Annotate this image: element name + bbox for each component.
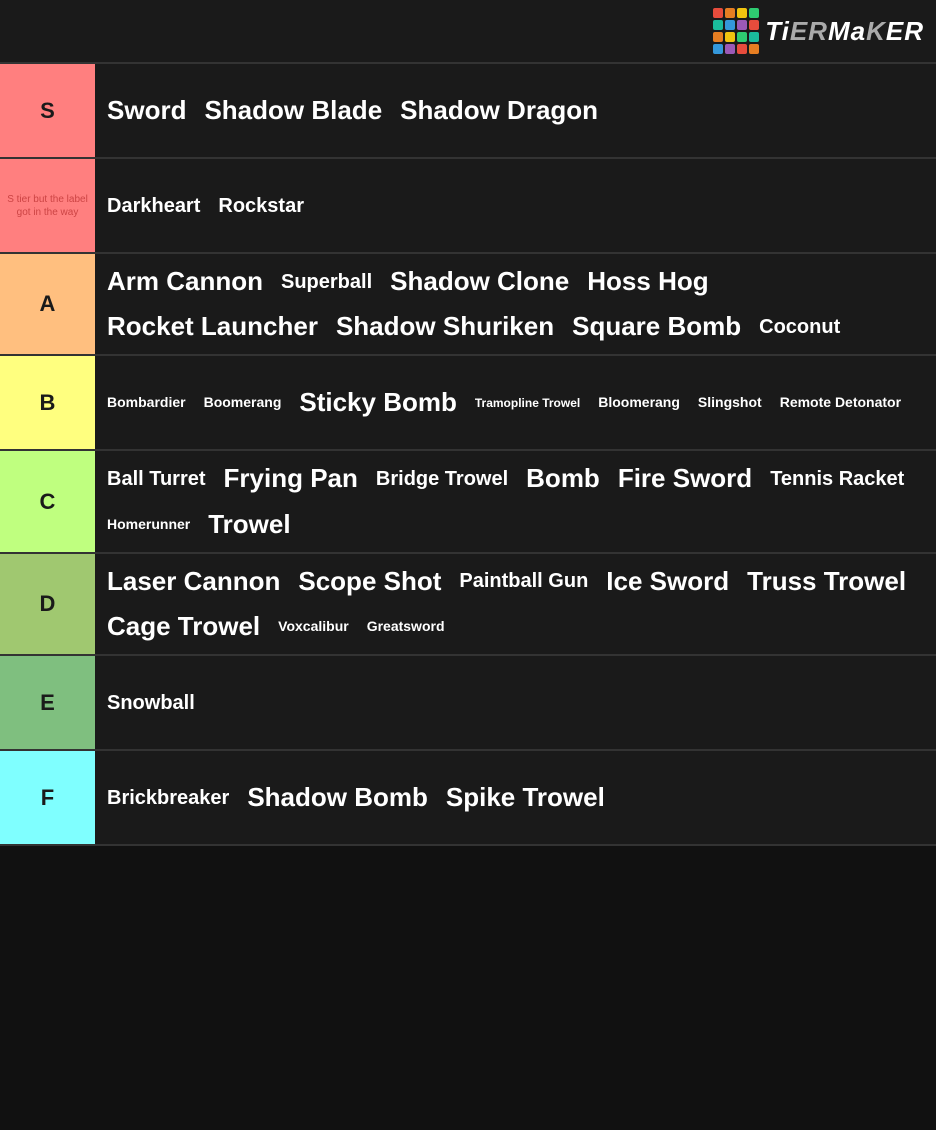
item-s-1[interactable]: Shadow Blade [196, 89, 390, 132]
item-d-7[interactable]: Greatsword [359, 612, 453, 641]
tier-row-d: DLaser CannonScope ShotPaintball GunIce … [0, 554, 936, 656]
item-b-3[interactable]: Tramopline Trowel [467, 390, 588, 416]
item-s-note-0[interactable]: Darkheart [99, 188, 208, 224]
tier-items-a: Arm CannonSuperballShadow CloneHoss Hog R… [95, 254, 936, 354]
item-c-2[interactable]: Bridge Trowel [368, 461, 516, 497]
item-a-3[interactable]: Hoss Hog [579, 260, 716, 303]
tier-items-e: Snowball [95, 656, 936, 749]
item-d-3[interactable]: Ice Sword [598, 560, 737, 603]
logo-grid-icon [713, 8, 759, 54]
logo-cell-13 [725, 44, 735, 54]
tier-row-c: CBall TurretFrying PanBridge TrowelBombF… [0, 451, 936, 553]
item-a-1[interactable]: Superball [273, 264, 380, 300]
tier-row-b: BBombardierBoomerangSticky BombTramoplin… [0, 356, 936, 451]
item-d-5[interactable]: Cage Trowel [99, 605, 268, 648]
tier-items-s-note: DarkheartRockstar [95, 159, 936, 252]
logo-cell-7 [749, 20, 759, 30]
logo-cell-6 [737, 20, 747, 30]
logo-cell-4 [713, 20, 723, 30]
item-d-4[interactable]: Truss Trowel [739, 560, 914, 603]
tier-items-c: Ball TurretFrying PanBridge TrowelBombFi… [95, 451, 936, 551]
item-a-2[interactable]: Shadow Clone [382, 260, 577, 303]
item-c-0[interactable]: Ball Turret [99, 461, 214, 497]
item-f-0[interactable]: Brickbreaker [99, 780, 237, 816]
tier-label-c: C [0, 451, 95, 551]
logo-cell-15 [749, 44, 759, 54]
item-c-1[interactable]: Frying Pan [216, 457, 366, 500]
tier-row-e: ESnowball [0, 656, 936, 751]
tier-table: SSwordShadow BladeShadow DragonS tier bu… [0, 64, 936, 846]
item-c-3[interactable]: Bomb [518, 457, 608, 500]
item-d-2[interactable]: Paintball Gun [451, 563, 596, 599]
tier-items-b: BombardierBoomerangSticky BombTramopline… [95, 356, 936, 449]
item-a-0[interactable]: Arm Cannon [99, 260, 271, 303]
header: TiERMaKER [0, 0, 936, 64]
item-e-0[interactable]: Snowball [99, 685, 203, 721]
item-a-5[interactable]: Shadow Shuriken [328, 305, 562, 348]
logo-text: TiERMaKER [765, 16, 924, 47]
tier-label-s: S [0, 64, 95, 157]
item-c-4[interactable]: Fire Sword [610, 457, 760, 500]
item-f-2[interactable]: Spike Trowel [438, 776, 613, 819]
tier-items-s: SwordShadow BladeShadow Dragon [95, 64, 936, 157]
logo-cell-2 [737, 8, 747, 18]
tier-row-s-note: S tier but the label got in the wayDarkh… [0, 159, 936, 254]
item-d-6[interactable]: Voxcalibur [270, 612, 357, 641]
logo-cell-12 [713, 44, 723, 54]
logo-cell-10 [737, 32, 747, 42]
tier-label-a: A [0, 254, 95, 354]
item-b-2[interactable]: Sticky Bomb [291, 381, 465, 424]
item-d-1[interactable]: Scope Shot [290, 560, 449, 603]
item-a-6[interactable]: Square Bomb [564, 305, 749, 348]
tier-label-s-note: S tier but the label got in the way [0, 159, 95, 252]
tier-items-f: BrickbreakerShadow BombSpike Trowel [95, 751, 936, 844]
logo-cell-11 [749, 32, 759, 42]
item-b-5[interactable]: Slingshot [690, 388, 770, 417]
item-c-7[interactable]: Trowel [200, 503, 298, 546]
item-f-1[interactable]: Shadow Bomb [239, 776, 436, 819]
tier-row-a: AArm CannonSuperballShadow CloneHoss Hog… [0, 254, 936, 356]
item-b-0[interactable]: Bombardier [99, 388, 194, 417]
tier-items-d: Laser CannonScope ShotPaintball GunIce S… [95, 554, 936, 654]
item-b-1[interactable]: Boomerang [196, 388, 290, 417]
item-a-4[interactable]: Rocket Launcher [99, 305, 326, 348]
item-b-6[interactable]: Remote Detonator [772, 388, 909, 417]
logo-cell-8 [713, 32, 723, 42]
logo-cell-5 [725, 20, 735, 30]
tier-row-s: SSwordShadow BladeShadow Dragon [0, 64, 936, 159]
tiermaker-logo: TiERMaKER [713, 8, 924, 54]
logo-cell-1 [725, 8, 735, 18]
logo-cell-0 [713, 8, 723, 18]
item-s-note-1[interactable]: Rockstar [210, 188, 312, 224]
item-a-7[interactable]: Coconut [751, 309, 848, 345]
tier-label-d: D [0, 554, 95, 654]
item-c-5[interactable]: Tennis Racket [762, 461, 912, 497]
tier-label-f: F [0, 751, 95, 844]
item-d-0[interactable]: Laser Cannon [99, 560, 288, 603]
item-s-2[interactable]: Shadow Dragon [392, 89, 606, 132]
tier-label-b: B [0, 356, 95, 449]
logo-cell-3 [749, 8, 759, 18]
logo-cell-9 [725, 32, 735, 42]
item-s-0[interactable]: Sword [99, 89, 194, 132]
tier-label-e: E [0, 656, 95, 749]
item-b-4[interactable]: Bloomerang [590, 388, 688, 417]
item-c-6[interactable]: Homerunner [99, 510, 198, 539]
tier-row-f: FBrickbreakerShadow BombSpike Trowel [0, 751, 936, 846]
logo-cell-14 [737, 44, 747, 54]
